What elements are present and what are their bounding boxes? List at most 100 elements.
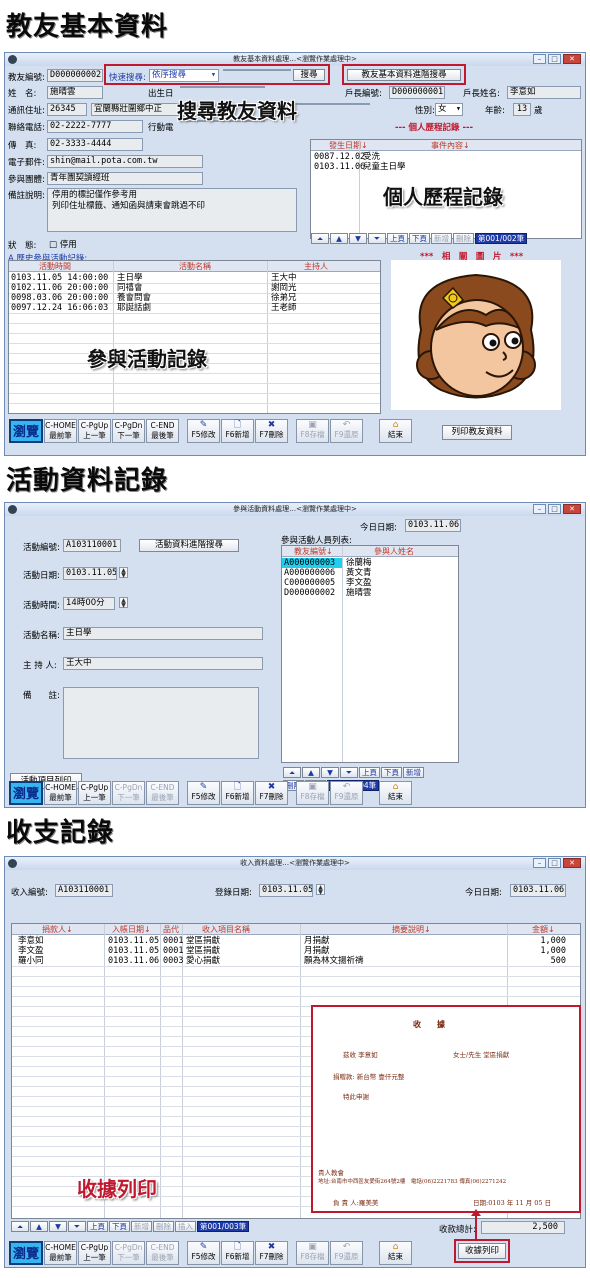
activity-name-field[interactable]: 主日學	[63, 627, 263, 640]
restore-button[interactable]: ↶ F9還原	[330, 781, 363, 805]
birth-field[interactable]	[180, 86, 265, 88]
next-record-button[interactable]: C-PgDn 下一筆	[112, 419, 145, 443]
edit-button[interactable]: ✎ F5修改	[187, 1241, 220, 1265]
last-arrow-icon[interactable]: ⏷	[368, 233, 386, 244]
reg-date-field[interactable]: 0103.11.05	[259, 884, 313, 897]
quick-search-input[interactable]	[223, 69, 291, 71]
minimize-button[interactable]: –	[533, 504, 546, 514]
restore-button[interactable]: ↶ F9還原	[330, 1241, 363, 1265]
prev-page-button[interactable]: 上頁	[387, 233, 408, 244]
gender-select[interactable]: 女 ▾	[435, 103, 463, 116]
browse-button[interactable]: 瀏覽	[9, 781, 43, 805]
address-field[interactable]: 宜蘭縣壯圍鄉中正	[91, 103, 181, 116]
delete-button[interactable]: 刪除	[153, 1221, 174, 1232]
close-button[interactable]: ✕	[563, 858, 581, 868]
maximize-button[interactable]: □	[548, 54, 561, 64]
quick-search-mode-select[interactable]: 依序搜尋 ▾	[149, 69, 219, 82]
remark-textarea[interactable]: 停用的標記僅作參考用 列印住址標籤、通知函與請柬會跳過不印	[47, 188, 297, 232]
member-id-field[interactable]: D000000002	[47, 69, 103, 82]
prev-arrow-icon[interactable]: ▲	[330, 233, 348, 244]
history-row[interactable]: 0103.11.06 兒童主日學	[311, 162, 581, 172]
exit-button[interactable]: ⌂ 結束	[379, 419, 412, 443]
next-page-button[interactable]: 下頁	[381, 767, 402, 778]
zip-field[interactable]: 26345	[47, 103, 87, 116]
add-button[interactable]: 🗋 F6新增	[221, 781, 254, 805]
income-id-field[interactable]: A103110001	[55, 884, 113, 897]
participant-row[interactable]: C000000005 李文盈	[282, 578, 458, 588]
activity-row[interactable]: 0098.03.06 20:00:00 養會問會 徐弟兄	[9, 293, 380, 303]
edit-button[interactable]: ✎ F5修改	[187, 419, 220, 443]
time-spinner[interactable]: ▲ ▼	[119, 597, 128, 609]
minimize-button[interactable]: –	[533, 54, 546, 64]
income-row[interactable]: 李意如 0103.11.05 0001 堂區捐獻 月捐獻 1,000	[12, 936, 580, 946]
household-name-field[interactable]: 李意如	[507, 86, 581, 99]
first-record-button[interactable]: C-HOME 最前筆	[44, 419, 77, 443]
add-button[interactable]: 新增	[431, 233, 452, 244]
participant-row[interactable]: A000000006 黃文青	[282, 568, 458, 578]
activity-grid[interactable]: 活動時間 活動名稱 主持人 0103.11.05 14:00:00 主日學 王大中 01…	[8, 260, 381, 414]
insert-button[interactable]: 插入	[175, 1221, 196, 1232]
add-button[interactable]: 🗋 F6新增	[221, 419, 254, 443]
print-member-button[interactable]: 列印教友資料	[442, 425, 512, 440]
participant-row[interactable]: A000000003 徐蘭梅	[282, 558, 458, 568]
prev-record-button[interactable]: C-PgUp 上一筆	[78, 781, 111, 805]
activity-date-field[interactable]: 0103.11.05	[63, 567, 117, 580]
date-spinner[interactable]: ▲ ▼	[119, 567, 128, 579]
activity-advanced-search-button[interactable]: 活動資料進階搜尋	[139, 539, 239, 552]
next-page-button[interactable]: 下頁	[409, 233, 430, 244]
delete-button[interactable]: ✖ F7刪除	[255, 419, 288, 443]
exit-button[interactable]: ⌂ 結束	[379, 781, 412, 805]
close-button[interactable]: ✕	[563, 504, 581, 514]
browse-button[interactable]: 瀏覽	[9, 419, 43, 443]
first-record-button[interactable]: C-HOME 最前筆	[44, 781, 77, 805]
delete-button[interactable]: ✖ F7刪除	[255, 781, 288, 805]
host-field[interactable]: 王大中	[63, 657, 263, 670]
group-field[interactable]: 青年團契讀經班	[47, 172, 203, 185]
prev-record-button[interactable]: C-PgUp 上一筆	[78, 1241, 111, 1265]
email-field[interactable]: shin@mail.pota.com.tw	[47, 155, 203, 168]
restore-button[interactable]: ↶ F9還原	[330, 419, 363, 443]
next-arrow-icon[interactable]: ▼	[349, 233, 367, 244]
activity-row[interactable]: 0103.11.05 14:00:00 主日學 王大中	[9, 273, 380, 283]
save-button[interactable]: ▣ F8存檔	[296, 781, 329, 805]
add-button[interactable]: 🗋 F6新增	[221, 1241, 254, 1265]
first-arrow-icon[interactable]: ⏶	[11, 1221, 29, 1232]
prev-page-button[interactable]: 上頁	[87, 1221, 108, 1232]
income-row[interactable]: 李文盈 0103.11.05 0001 堂區捐獻 月捐獻 1,000	[12, 946, 580, 956]
prev-arrow-icon[interactable]: ▲	[302, 767, 320, 778]
first-arrow-icon[interactable]: ⏶	[311, 233, 329, 244]
fax-field[interactable]: 02-3333-4444	[47, 138, 143, 151]
first-record-button[interactable]: C-HOME 最前筆	[44, 1241, 77, 1265]
next-record-button[interactable]: C-PgDn 下一筆	[112, 781, 145, 805]
save-button[interactable]: ▣ F8存檔	[296, 419, 329, 443]
income-row[interactable]: 羅小同 0103.11.06 0003 愛心捐獻 願為林文揚祈禱 500	[12, 956, 580, 966]
exit-button[interactable]: ⌂ 結束	[379, 1241, 412, 1265]
status-checkbox[interactable]: □ 停用	[49, 238, 77, 250]
delete-button[interactable]: 刪除	[453, 233, 474, 244]
participant-row[interactable]: D000000002 施晴雲	[282, 588, 458, 598]
next-record-button[interactable]: C-PgDn 下一筆	[112, 1241, 145, 1265]
save-button[interactable]: ▣ F8存檔	[296, 1241, 329, 1265]
add-button[interactable]: 新增	[403, 767, 424, 778]
maximize-button[interactable]: □	[548, 504, 561, 514]
activity-id-field[interactable]: A103110001	[63, 539, 121, 552]
last-record-button[interactable]: C-END 最後筆	[146, 781, 179, 805]
search-button[interactable]: 搜尋	[293, 69, 325, 81]
household-id-field[interactable]: D000000001	[389, 86, 445, 99]
activity-row[interactable]: 0102.11.06 20:00:00 同禧會 謝岡光	[9, 283, 380, 293]
advanced-search-button[interactable]: 教友基本資料進階搜尋	[347, 69, 461, 81]
maximize-button[interactable]: □	[548, 858, 561, 868]
receipt-print-button[interactable]: 收據列印	[458, 1243, 506, 1259]
first-arrow-icon[interactable]: ⏶	[283, 767, 301, 778]
prev-arrow-icon[interactable]: ▲	[30, 1221, 48, 1232]
add-button[interactable]: 新增	[131, 1221, 152, 1232]
prev-page-button[interactable]: 上頁	[359, 767, 380, 778]
edit-button[interactable]: ✎ F5修改	[187, 781, 220, 805]
browse-button[interactable]: 瀏覽	[9, 1241, 43, 1265]
last-arrow-icon[interactable]: ⏷	[68, 1221, 86, 1232]
history-row[interactable]: 0087.12.02 受洗	[311, 152, 581, 162]
next-arrow-icon[interactable]: ▼	[321, 767, 339, 778]
last-record-button[interactable]: C-END 最後筆	[146, 419, 179, 443]
prev-record-button[interactable]: C-PgUp 上一筆	[78, 419, 111, 443]
next-arrow-icon[interactable]: ▼	[49, 1221, 67, 1232]
